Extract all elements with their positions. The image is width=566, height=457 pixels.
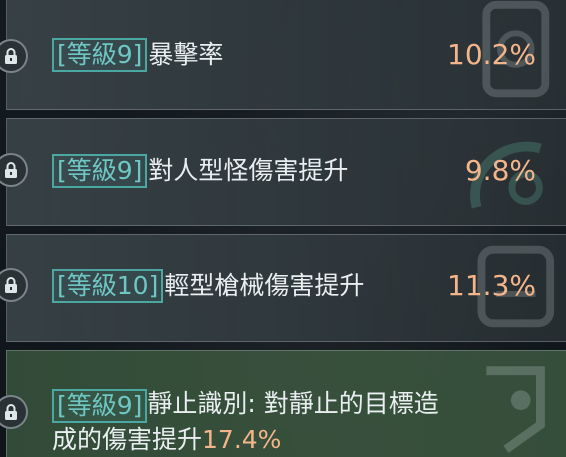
attribute-line-4: [等級9] 靜止識別: 對靜止的目標造 成的傷害提升17.4%: [52, 389, 522, 455]
attribute-name-line-2-wrapper: 成的傷害提升17.4%: [52, 425, 522, 455]
attribute-value: 9.8%: [464, 154, 536, 187]
attribute-line-2: [等級9] 對人型怪傷害提升 9.8%: [52, 154, 536, 188]
level-tag: [等級9]: [52, 154, 148, 188]
level-tag: [等級10]: [52, 269, 164, 303]
level-tag: [等級9]: [52, 389, 148, 423]
attribute-value: 11.3%: [447, 269, 536, 302]
attribute-name: 對人型怪傷害提升: [148, 156, 349, 185]
attribute-name-line-1: 靜止識別: 對靜止的目標造: [147, 389, 439, 418]
attribute-value: 10.2%: [447, 38, 536, 71]
attribute-name-line-2: 成的傷害提升: [52, 425, 203, 454]
attribute-line-1: [等級9] 暴擊率 10.2%: [52, 38, 536, 72]
level-tag: [等級9]: [52, 38, 148, 72]
attribute-name: 輕型槍械傷害提升: [164, 271, 365, 300]
attribute-line-3: [等級10] 輕型槍械傷害提升 11.3%: [52, 269, 536, 303]
attribute-value: 17.4%: [202, 425, 282, 454]
equipment-attributes-panel: [等級9] 暴擊率 10.2% [等級9] 對人型怪傷害提升 9.8% [等級1…: [0, 0, 566, 457]
attribute-name: 暴擊率: [148, 40, 224, 69]
